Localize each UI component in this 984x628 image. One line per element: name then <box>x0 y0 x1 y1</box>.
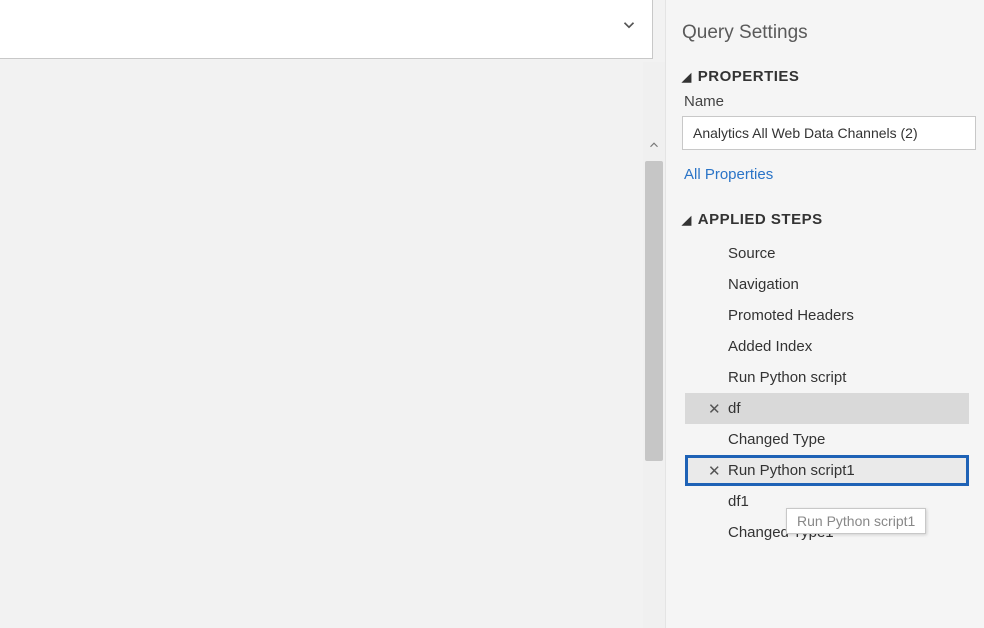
applied-steps-heading: APPLIED STEPS <box>698 211 823 228</box>
step-promoted-headers[interactable]: ✕Promoted Headers <box>685 300 969 331</box>
properties-section-header[interactable]: ◢ PROPERTIES <box>682 68 978 85</box>
applied-steps-section-header[interactable]: ◢ APPLIED STEPS <box>682 211 978 228</box>
collapse-caret-icon: ◢ <box>682 70 692 84</box>
delete-step-icon[interactable]: ✕ <box>708 400 721 418</box>
step-label: Run Python script1 <box>728 462 855 479</box>
collapse-caret-icon: ◢ <box>682 213 692 227</box>
step-label: df1 <box>728 493 749 510</box>
step-run-python-script[interactable]: ✕Run Python script <box>685 362 969 393</box>
step-label: Changed Type <box>728 431 825 448</box>
properties-heading: PROPERTIES <box>698 68 800 85</box>
name-label: Name <box>684 93 978 110</box>
scroll-thumb[interactable] <box>645 161 663 461</box>
step-df[interactable]: ✕ df <box>685 393 969 424</box>
step-source[interactable]: ✕Source <box>685 238 969 269</box>
step-changed-type[interactable]: ✕Changed Type <box>685 424 969 455</box>
vertical-scrollbar[interactable] <box>643 62 665 628</box>
main-content-pane <box>0 0 665 628</box>
formula-bar[interactable] <box>0 0 653 59</box>
step-label: Promoted Headers <box>728 307 854 324</box>
step-navigation[interactable]: ✕Navigation <box>685 269 969 300</box>
query-name-input[interactable] <box>682 116 976 150</box>
step-added-index[interactable]: ✕Added Index <box>685 331 969 362</box>
step-label: Added Index <box>728 338 812 355</box>
chevron-down-icon[interactable] <box>620 16 638 39</box>
step-label: Source <box>728 245 776 262</box>
scroll-up-icon[interactable] <box>647 62 661 161</box>
step-tooltip: Run Python script1 <box>786 508 926 534</box>
all-properties-link[interactable]: All Properties <box>684 166 773 183</box>
step-run-python-script1[interactable]: ✕ Run Python script1 <box>685 455 969 486</box>
step-label: Run Python script <box>728 369 846 386</box>
panel-title: Query Settings <box>682 22 978 44</box>
applied-steps-list: ✕Source ✕Navigation ✕Promoted Headers ✕A… <box>682 238 978 548</box>
delete-step-icon[interactable]: ✕ <box>708 462 721 480</box>
step-label: df <box>728 400 741 417</box>
step-label: Navigation <box>728 276 799 293</box>
